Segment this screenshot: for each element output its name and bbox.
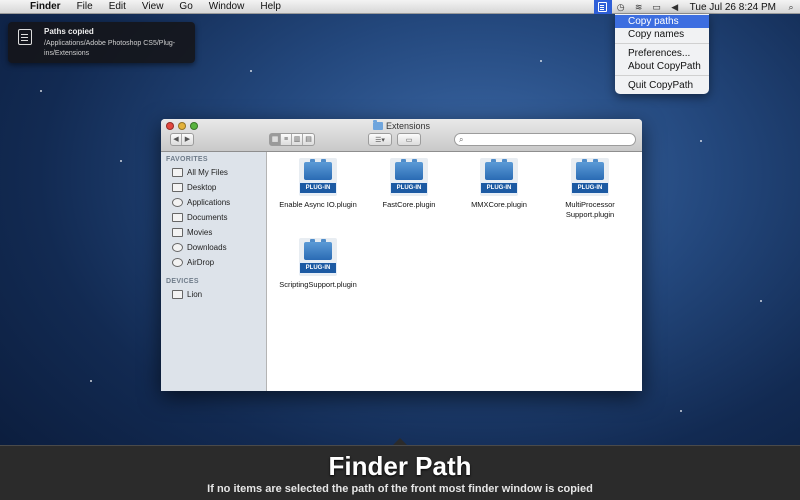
hard-drive-icon xyxy=(172,290,183,299)
menu-separator xyxy=(615,43,709,44)
movies-icon xyxy=(172,228,183,237)
arrange-button[interactable]: ☰▾ xyxy=(368,133,392,146)
copypath-menu: Copy paths Copy names Preferences... Abo… xyxy=(615,14,709,94)
file-item[interactable]: PLUG-IN Enable Async IO.plugin xyxy=(278,158,358,210)
menu-file[interactable]: File xyxy=(69,1,101,12)
documents-icon xyxy=(172,213,183,222)
all-files-icon xyxy=(172,168,183,177)
back-forward-buttons: ◀ ▶ xyxy=(170,133,194,146)
file-item[interactable]: PLUG-IN FastCore.plugin xyxy=(369,158,449,210)
notification-body: /Applications/Adobe Photoshop CS5/Plug-i… xyxy=(44,40,176,57)
plugin-icon: PLUG-IN xyxy=(480,158,518,196)
coverflow-view-button[interactable]: ▤ xyxy=(303,134,314,145)
menubar-clock[interactable]: Tue Jul 26 8:24 PM xyxy=(684,2,782,13)
file-name: Enable Async IO.plugin xyxy=(279,200,357,209)
menu-item-about[interactable]: About CopyPath xyxy=(615,60,709,73)
time-machine-icon[interactable]: ◷ xyxy=(612,0,630,14)
forward-button[interactable]: ▶ xyxy=(182,134,193,145)
menu-view[interactable]: View xyxy=(134,1,172,12)
search-icon: ⌕ xyxy=(459,135,464,144)
sidebar-item-documents[interactable]: Documents xyxy=(161,210,266,225)
spotlight-search-icon[interactable]: ⌕ xyxy=(782,0,800,14)
clipboard-icon xyxy=(18,29,32,45)
copypath-clipboard-icon[interactable] xyxy=(593,0,612,14)
icon-view-button[interactable]: ▦ xyxy=(270,134,281,145)
sidebar-heading-favorites: FAVORITES xyxy=(166,156,208,163)
plugin-icon: PLUG-IN xyxy=(390,158,428,196)
finder-sidebar: FAVORITES All My Files Desktop Applicati… xyxy=(161,152,267,391)
wifi-icon[interactable]: ≋ xyxy=(630,0,648,14)
sidebar-item-applications[interactable]: Applications xyxy=(161,195,266,210)
sidebar-item-all-my-files[interactable]: All My Files xyxy=(161,165,266,180)
sidebar-item-label: Movies xyxy=(187,228,213,237)
file-item[interactable]: PLUG-IN MMXCore.plugin xyxy=(459,158,539,210)
menu-help[interactable]: Help xyxy=(252,1,289,12)
plugin-icon: PLUG-IN xyxy=(299,238,337,276)
menu-window[interactable]: Window xyxy=(201,1,253,12)
menu-item-copy-names[interactable]: Copy names xyxy=(615,28,709,41)
downloads-icon xyxy=(172,243,183,252)
sidebar-item-downloads[interactable]: Downloads xyxy=(161,240,266,255)
banner-subtitle: If no items are selected the path of the… xyxy=(207,483,593,495)
file-browser-content: PLUG-IN Enable Async IO.plugin PLUG-IN F… xyxy=(267,152,642,391)
sidebar-item-label: Lion xyxy=(187,290,203,299)
action-button[interactable]: ▭ xyxy=(397,133,421,146)
sidebar-item-label: Desktop xyxy=(187,183,217,192)
menu-item-quit[interactable]: Quit CopyPath xyxy=(615,79,709,92)
promo-banner: Finder Path If no items are selected the… xyxy=(0,445,800,500)
window-titlebar[interactable]: Extensions ◀ ▶ ▦ ≡ ▥ ▤ ☰▾ ▭ ⌕ xyxy=(161,119,642,152)
menu-item-preferences[interactable]: Preferences... xyxy=(615,47,709,60)
menu-item-copy-paths[interactable]: Copy paths xyxy=(615,15,709,28)
menu-edit[interactable]: Edit xyxy=(101,1,134,12)
sidebar-item-airdrop[interactable]: AirDrop xyxy=(161,255,266,270)
list-view-button[interactable]: ≡ xyxy=(281,134,292,145)
menu-finder[interactable]: Finder xyxy=(22,1,69,12)
sidebar-item-label: Documents xyxy=(187,213,228,222)
sidebar-heading-devices: DEVICES xyxy=(166,278,199,285)
folder-icon xyxy=(372,120,383,130)
menu-bar: Finder File Edit View Go Window Help ◷ ≋… xyxy=(0,0,800,14)
plugin-icon: PLUG-IN xyxy=(299,158,337,196)
back-button[interactable]: ◀ xyxy=(171,134,182,145)
menu-separator xyxy=(615,75,709,76)
search-input[interactable]: ⌕ xyxy=(454,133,636,146)
file-item[interactable]: PLUG-IN MultiProcessor Support.plugin xyxy=(550,158,630,220)
volume-icon[interactable]: ◀ xyxy=(666,0,684,14)
file-name: FastCore.plugin xyxy=(382,200,436,209)
column-view-button[interactable]: ▥ xyxy=(292,134,303,145)
battery-icon[interactable]: ▭ xyxy=(648,0,666,14)
applications-icon xyxy=(172,198,183,207)
sidebar-item-label: AirDrop xyxy=(187,258,215,267)
view-mode-buttons: ▦ ≡ ▥ ▤ xyxy=(269,133,315,146)
file-name: ScriptingSupport.plugin xyxy=(279,280,357,289)
plugin-icon: PLUG-IN xyxy=(571,158,609,196)
sidebar-item-label: Applications xyxy=(187,198,231,207)
banner-title: Finder Path xyxy=(328,451,472,481)
file-item[interactable]: PLUG-IN ScriptingSupport.plugin xyxy=(278,238,358,290)
notification-toast[interactable]: Paths copied /Applications/Adobe Photosh… xyxy=(8,22,195,63)
file-name: MultiProcessor Support.plugin xyxy=(565,200,615,219)
sidebar-item-label: Downloads xyxy=(187,243,227,252)
sidebar-item-desktop[interactable]: Desktop xyxy=(161,180,266,195)
sidebar-item-label: All My Files xyxy=(187,168,228,177)
sidebar-item-lion[interactable]: Lion xyxy=(161,287,266,302)
notification-title: Paths copied xyxy=(44,27,94,36)
airdrop-icon xyxy=(172,258,183,267)
menu-go[interactable]: Go xyxy=(171,1,200,12)
sidebar-item-movies[interactable]: Movies xyxy=(161,225,266,240)
finder-window: Extensions ◀ ▶ ▦ ≡ ▥ ▤ ☰▾ ▭ ⌕ FAVORITES … xyxy=(161,119,642,391)
window-title: Extensions xyxy=(385,121,431,131)
desktop-icon xyxy=(172,183,183,192)
file-name: MMXCore.plugin xyxy=(471,200,527,209)
